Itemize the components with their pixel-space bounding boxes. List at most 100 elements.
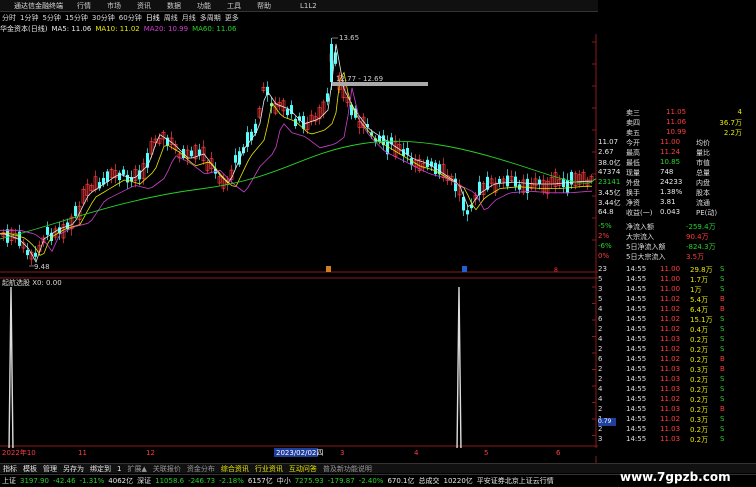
sz-index-label[interactable]: 深证: [135, 476, 153, 486]
tick-volume: 0.3万: [690, 366, 709, 374]
flow-label: 5日大宗流入: [626, 253, 666, 261]
indicator-name: 起航选股 X0: 0.00: [2, 278, 62, 287]
menu-item-quotes[interactable]: 行情: [69, 1, 99, 11]
tick-row: 14:55 11.02 15.1万 S 6: [598, 315, 756, 325]
range-label: 12.77 - 12.69: [336, 75, 383, 83]
period-60min[interactable]: 60分钟: [117, 13, 144, 23]
sh-index-value: 3197.90: [20, 477, 49, 485]
time-axis-label: 12: [146, 449, 155, 457]
sz-index-amount: 6157亿: [247, 477, 273, 485]
tick-time: 14:55: [626, 265, 647, 273]
candle-body: [234, 155, 237, 163]
menu-item-help[interactable]: 帮助: [249, 1, 279, 11]
period-weekly[interactable]: 周线: [162, 13, 180, 23]
tick-volume: 1万: [690, 286, 702, 294]
period-5min[interactable]: 5分钟: [40, 13, 62, 23]
tick-volume: 0.2万: [690, 336, 709, 344]
candle-body: [106, 171, 109, 182]
tick-time: 14:55: [626, 325, 647, 333]
event-marker[interactable]: [462, 266, 467, 272]
kline-chart[interactable]: 13.65 12.77 - 12.69 9.48 8 12.7512.5012.…: [0, 34, 598, 464]
zx-index-change: -179.87: [327, 477, 355, 485]
tick-price: 11.00: [660, 265, 681, 273]
tick-volume: 29.8万: [690, 266, 713, 274]
period-intraday[interactable]: 分时: [0, 13, 18, 23]
candle-body: [34, 252, 37, 257]
menu-item-data[interactable]: 数据: [159, 1, 189, 11]
candle-body: [498, 178, 501, 184]
period-1min[interactable]: 1分钟: [18, 13, 40, 23]
stat-label: 量比: [696, 149, 710, 157]
tab-related-quote[interactable]: 关联报价: [150, 464, 184, 474]
sh-index-change: -42.46: [52, 477, 76, 485]
event-marker-label: 8: [554, 267, 558, 274]
tab-industry-news[interactable]: 行业资讯: [252, 464, 286, 474]
tab-new-features[interactable]: 普及新功能说明: [320, 464, 375, 474]
candle-body: [26, 250, 29, 256]
tab-expand[interactable]: 扩展▲: [124, 464, 149, 474]
tick-row: 14:55 11.02 6.4万 B 4: [598, 305, 756, 315]
tick-price: 11.02: [660, 315, 681, 323]
candle-body: [126, 174, 129, 183]
menu-item-news[interactable]: 资讯: [129, 1, 159, 11]
tab-qa[interactable]: 互动问答: [286, 464, 320, 474]
ask-row: 卖五 10.99 2.2万: [598, 128, 756, 138]
stat-row: 现量 748 总量 47374: [598, 168, 756, 178]
stat-row: 今开 11.00 均价 11.07: [598, 138, 756, 148]
stat-label: 总量: [696, 169, 710, 177]
tick-volume: 0.2万: [690, 346, 709, 354]
time-axis-label: 2022年10: [2, 448, 36, 457]
tick-count: 6: [598, 315, 603, 323]
ask-volume: 4: [737, 108, 742, 116]
ask-price: 10.99: [666, 128, 687, 136]
tick-volume: 0.2万: [690, 396, 709, 404]
flow-value: -824.3万: [686, 243, 716, 251]
tab-template[interactable]: 模板: [20, 464, 40, 474]
tab-one[interactable]: 1: [114, 465, 124, 473]
menu-item-functions[interactable]: 功能: [189, 1, 219, 11]
stat-value: 24233: [660, 178, 683, 186]
tick-price: 11.00: [660, 285, 681, 293]
ma5-label: MA5: 11.06: [51, 25, 92, 33]
stat-value: 10.85: [660, 158, 681, 166]
tick-volume: 6.4万: [690, 306, 709, 314]
event-marker[interactable]: [326, 266, 331, 272]
tab-manage[interactable]: 管理: [40, 464, 60, 474]
sz-index-change: -246.73: [188, 477, 216, 485]
tick-time: 14:55: [626, 345, 647, 353]
period-daily[interactable]: 日线: [144, 13, 162, 23]
period-15min[interactable]: 15分钟: [63, 13, 90, 23]
tick-price: 11.03: [660, 365, 681, 373]
zx-index-value: 7275.93: [294, 477, 324, 485]
tab-indicator[interactable]: 指标: [0, 464, 20, 474]
period-30min[interactable]: 30分钟: [90, 13, 117, 23]
watermark: www.7gpzb.com: [620, 470, 731, 484]
menu-item-market[interactable]: 市场: [99, 1, 129, 11]
sh-index-label[interactable]: 上证: [0, 476, 18, 486]
tick-count: 2: [598, 425, 603, 433]
stat-label: 换手: [626, 189, 640, 197]
candle-body: [462, 196, 465, 211]
time-axis-label: 2023/02/02四: [276, 449, 323, 457]
menu-item-tools[interactable]: 工具: [219, 1, 249, 11]
tab-save-as[interactable]: 另存为: [60, 464, 87, 474]
zx-index-label[interactable]: 中小: [275, 476, 293, 486]
ask-label: 卖五: [626, 129, 640, 137]
tab-news[interactable]: 综合资讯: [218, 464, 252, 474]
period-multi[interactable]: 多周期: [198, 13, 223, 23]
tick-time: 14:55: [626, 295, 647, 303]
tick-time: 14:55: [626, 385, 647, 393]
tick-volume: 0.2万: [690, 426, 709, 434]
candle-body: [326, 93, 329, 102]
candle-body: [46, 226, 49, 235]
period-more[interactable]: 更多: [223, 13, 241, 23]
tick-price: 11.03: [660, 385, 681, 393]
tick-volume: 0.2万: [690, 356, 709, 364]
tick-count: 2: [598, 365, 603, 373]
app-name: 通达信金融终端: [14, 1, 63, 10]
flow-pct: 0%: [598, 252, 610, 260]
period-monthly[interactable]: 月线: [180, 13, 198, 23]
tab-fund-distribution[interactable]: 资金分布: [184, 464, 218, 474]
tab-bind-to[interactable]: 绑定到: [87, 464, 114, 474]
candle-body: [506, 175, 509, 187]
